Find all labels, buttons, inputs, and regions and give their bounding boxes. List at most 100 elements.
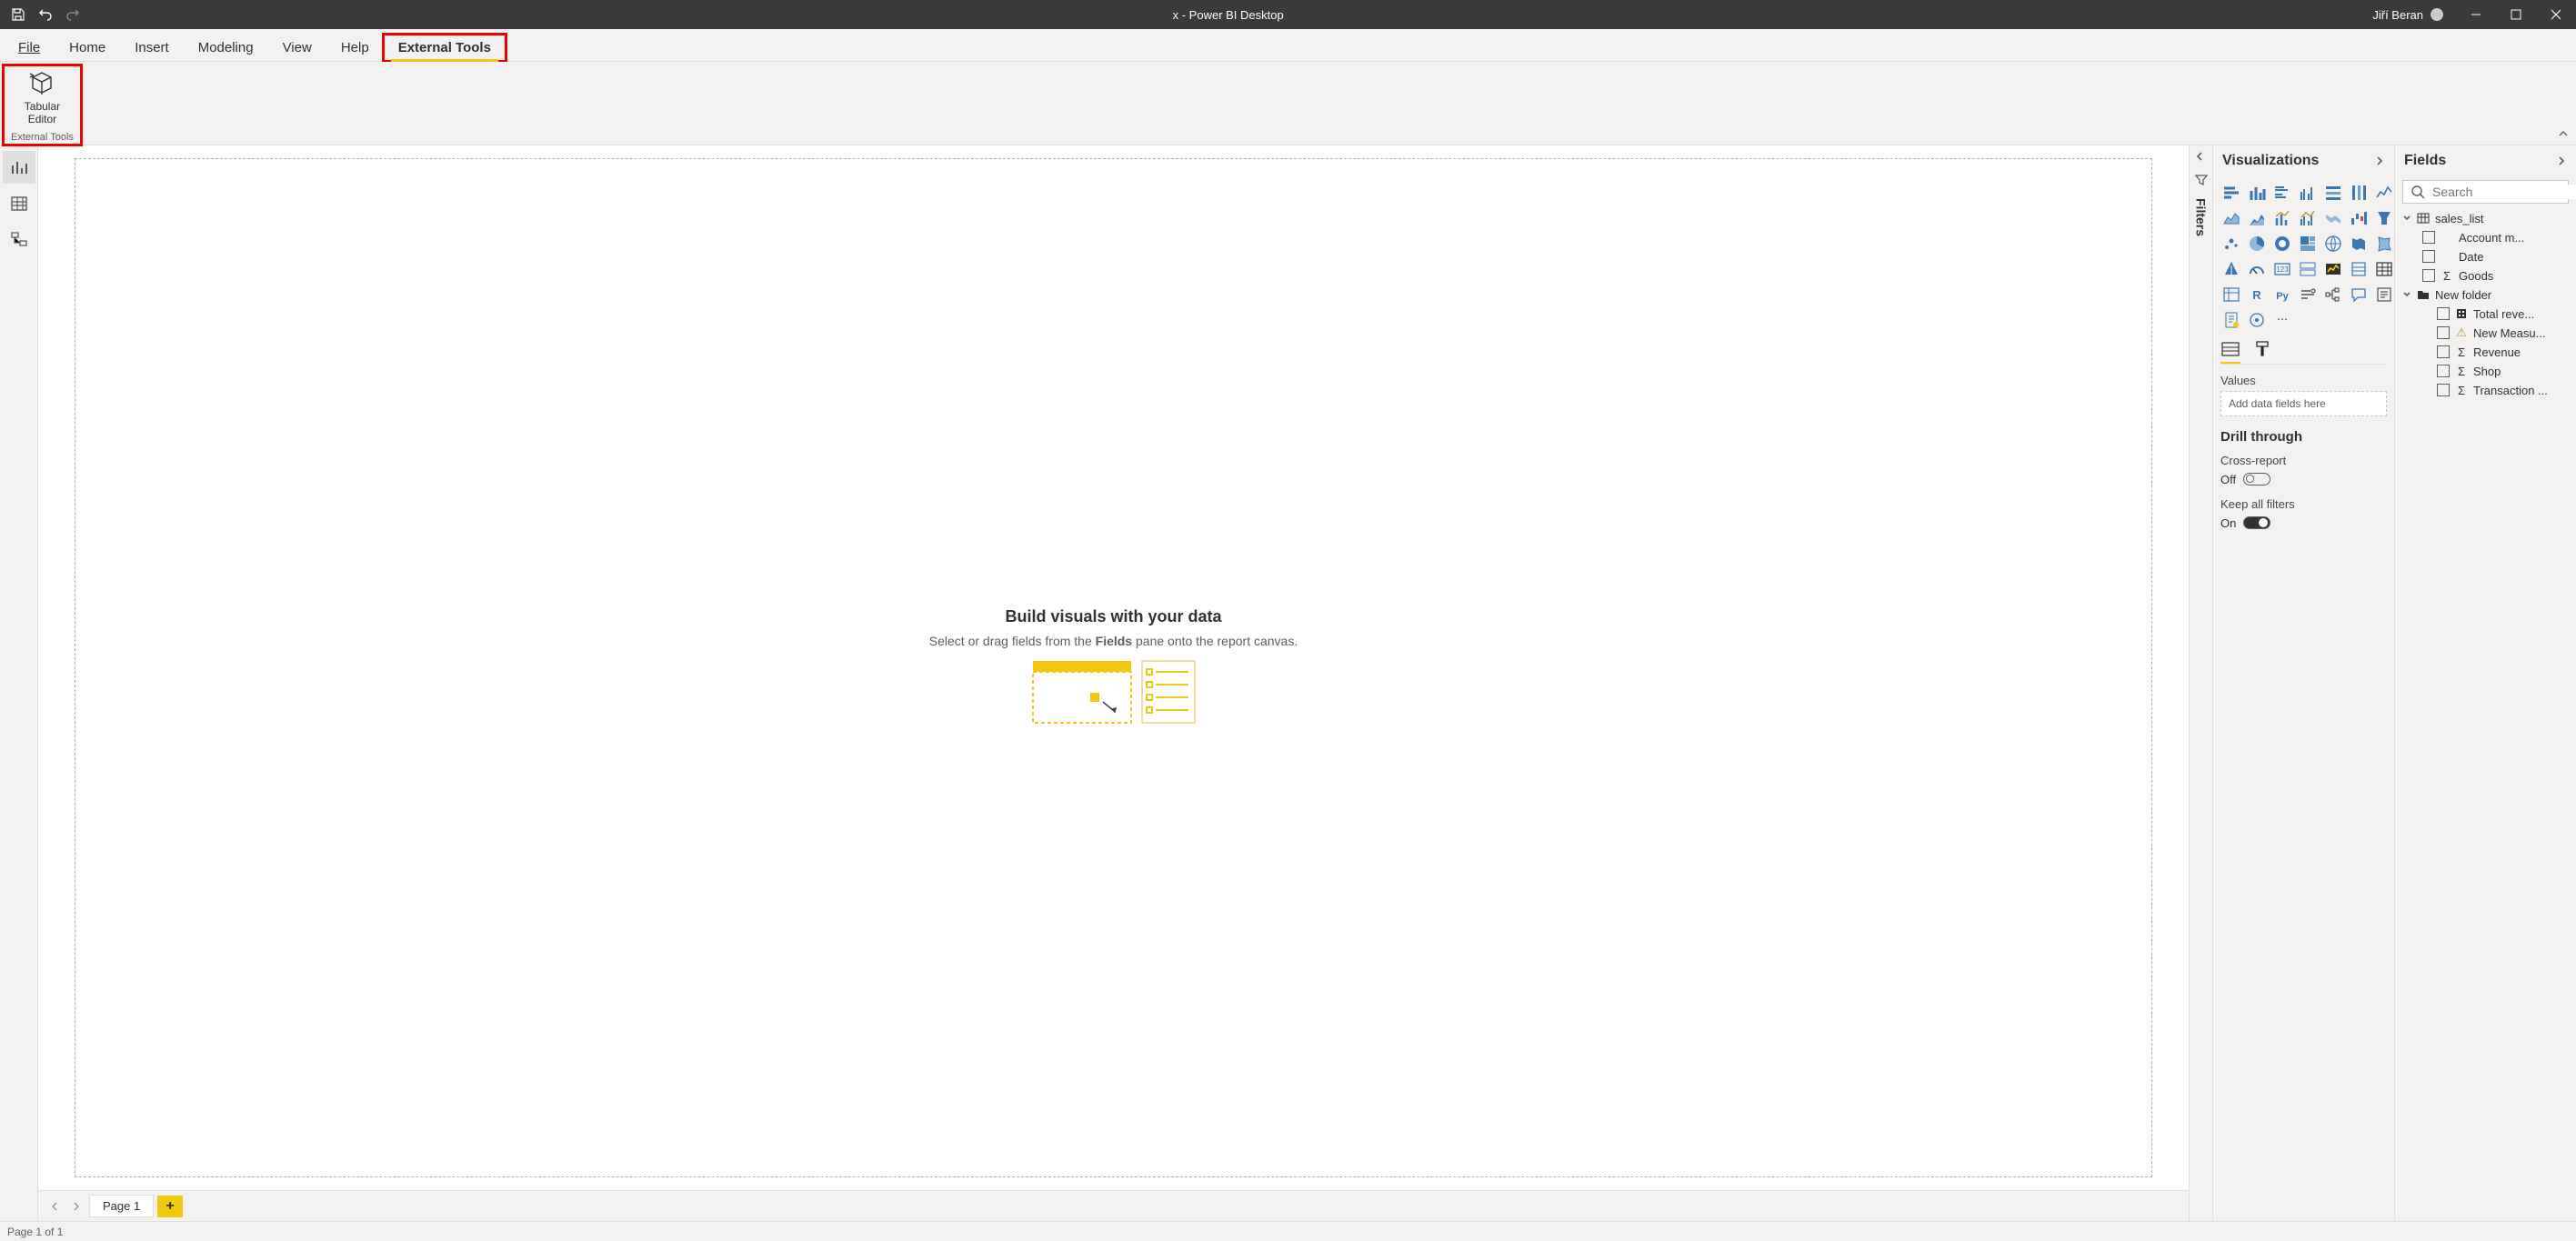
tab-view[interactable]: View: [268, 35, 326, 61]
stacked-bar-icon[interactable]: [2220, 182, 2242, 204]
folder-new-folder[interactable]: New folder: [2402, 285, 2569, 305]
save-icon[interactable]: [7, 4, 29, 25]
table-sales-list[interactable]: sales_list: [2402, 209, 2569, 228]
filled-map-icon[interactable]: [2348, 233, 2370, 255]
stacked-area-icon[interactable]: [2246, 207, 2268, 229]
keep-filters-toggle[interactable]: [2243, 516, 2270, 529]
canvas-page[interactable]: Build visuals with your data Select or d…: [75, 158, 2152, 1177]
report-view-button[interactable]: [3, 151, 35, 184]
values-well[interactable]: Add data fields here: [2220, 391, 2387, 416]
redo-icon[interactable]: [62, 4, 84, 25]
add-page-button[interactable]: +: [157, 1196, 183, 1217]
paginated-report-icon[interactable]: [2220, 309, 2242, 331]
line-chart-icon[interactable]: [2373, 182, 2394, 204]
fields-search[interactable]: [2402, 180, 2569, 204]
treemap-icon[interactable]: [2297, 233, 2319, 255]
model-view-button[interactable]: [3, 224, 35, 256]
clustered-column-icon[interactable]: [2297, 182, 2319, 204]
more-visuals-icon[interactable]: ⋯: [2271, 309, 2293, 331]
field-new-measure[interactable]: ⚠New Measu...: [2402, 324, 2569, 343]
checkbox[interactable]: [2437, 326, 2450, 339]
waterfall-icon[interactable]: [2348, 207, 2370, 229]
arcgis-icon[interactable]: [2246, 309, 2268, 331]
field-transaction[interactable]: ΣTransaction ...: [2402, 381, 2569, 400]
cross-report-toggle[interactable]: [2243, 473, 2270, 485]
field-goods[interactable]: ΣGoods: [2402, 266, 2569, 285]
expand-filters-icon[interactable]: [2194, 151, 2209, 165]
maximize-button[interactable]: [2496, 0, 2536, 29]
matrix-icon[interactable]: [2220, 284, 2242, 305]
tab-external-tools[interactable]: External Tools: [384, 35, 506, 61]
clustered-bar-icon[interactable]: [2271, 182, 2293, 204]
checkbox[interactable]: [2437, 345, 2450, 358]
tab-help[interactable]: Help: [326, 35, 384, 61]
svg-text:⋯: ⋯: [2277, 313, 2288, 325]
svg-text:123: 123: [2276, 265, 2289, 274]
close-button[interactable]: [2536, 0, 2576, 29]
field-revenue[interactable]: ΣRevenue: [2402, 343, 2569, 362]
tabular-editor-button[interactable]: TabularEditor: [21, 65, 64, 130]
collapse-visualizations-icon[interactable]: [2374, 155, 2385, 166]
checkbox[interactable]: [2437, 384, 2450, 396]
ribbon-chart-icon[interactable]: [2322, 207, 2344, 229]
page-next-button[interactable]: [67, 1197, 85, 1216]
line-column-icon[interactable]: [2271, 207, 2293, 229]
tab-file[interactable]: File: [4, 35, 55, 61]
cube-icon: [27, 69, 56, 98]
slicer-icon[interactable]: [2348, 258, 2370, 280]
filters-pane-collapsed[interactable]: Filters: [2189, 145, 2212, 1221]
tab-home[interactable]: Home: [55, 35, 120, 61]
key-influencers-icon[interactable]: [2297, 284, 2319, 305]
field-account[interactable]: Account m...: [2402, 228, 2569, 247]
fields-tab-icon[interactable]: [2220, 340, 2240, 364]
page-tab-1[interactable]: Page 1: [89, 1195, 154, 1217]
checkbox[interactable]: [2437, 365, 2450, 377]
shape-map-icon[interactable]: [2373, 233, 2394, 255]
line-clustered-icon[interactable]: [2297, 207, 2319, 229]
map-icon[interactable]: [2322, 233, 2344, 255]
donut-icon[interactable]: [2271, 233, 2293, 255]
stacked-column-100-icon[interactable]: [2348, 182, 2370, 204]
collapse-fields-icon[interactable]: [2556, 155, 2567, 166]
ribbon-group-label: External Tools: [11, 132, 74, 145]
smart-narrative-icon[interactable]: [2373, 284, 2394, 305]
gauge-icon[interactable]: [2246, 258, 2268, 280]
sigma-icon: Σ: [2455, 365, 2468, 377]
pie-icon[interactable]: [2246, 233, 2268, 255]
tab-modeling[interactable]: Modeling: [184, 35, 268, 61]
checkbox[interactable]: [2422, 231, 2435, 244]
sigma-icon: Σ: [2455, 345, 2468, 358]
stacked-bar-100-icon[interactable]: [2322, 182, 2344, 204]
minimize-button[interactable]: [2456, 0, 2496, 29]
data-view-button[interactable]: [3, 187, 35, 220]
tab-insert[interactable]: Insert: [120, 35, 184, 61]
checkbox[interactable]: [2422, 250, 2435, 263]
scatter-icon[interactable]: [2220, 233, 2242, 255]
multi-card-icon[interactable]: [2297, 258, 2319, 280]
area-chart-icon[interactable]: [2220, 207, 2242, 229]
r-visual-icon[interactable]: R: [2246, 284, 2268, 305]
checkbox[interactable]: [2437, 307, 2450, 320]
card-icon[interactable]: 123: [2271, 258, 2293, 280]
field-total-revenue[interactable]: Total reve...: [2402, 305, 2569, 324]
fields-search-input[interactable]: [2432, 185, 2576, 199]
format-tab-icon[interactable]: [2253, 340, 2271, 364]
python-visual-icon[interactable]: Py: [2271, 284, 2293, 305]
table-icon[interactable]: [2373, 258, 2394, 280]
azure-map-icon[interactable]: [2220, 258, 2242, 280]
user-account[interactable]: Jiří Beran: [2372, 8, 2456, 22]
filters-label: Filters: [2194, 195, 2209, 236]
checkbox[interactable]: [2422, 269, 2435, 282]
stacked-column-icon[interactable]: [2246, 182, 2268, 204]
decomposition-tree-icon[interactable]: [2322, 284, 2344, 305]
field-date[interactable]: Date: [2402, 247, 2569, 266]
kpi-icon[interactable]: [2322, 258, 2344, 280]
canvas[interactable]: Build visuals with your data Select or d…: [38, 145, 2189, 1190]
filters-funnel-icon: [2194, 173, 2209, 187]
qa-icon[interactable]: [2348, 284, 2370, 305]
collapse-ribbon-icon[interactable]: [2556, 126, 2571, 141]
funnel-icon[interactable]: [2373, 207, 2394, 229]
undo-icon[interactable]: [35, 4, 56, 25]
field-shop[interactable]: ΣShop: [2402, 362, 2569, 381]
page-prev-button[interactable]: [45, 1197, 64, 1216]
